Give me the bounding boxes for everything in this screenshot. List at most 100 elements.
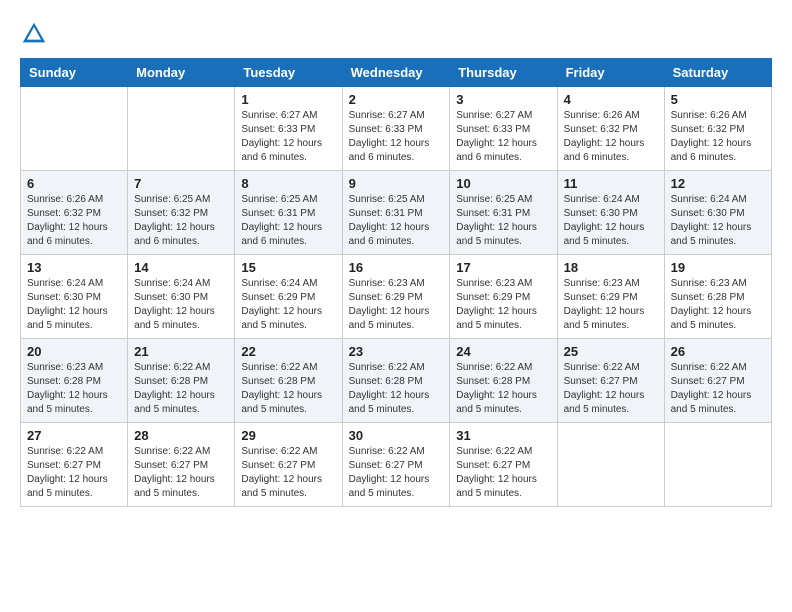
calendar-cell: 27 Sunrise: 6:22 AM Sunset: 6:27 PM Dayli… xyxy=(21,423,128,507)
calendar-cell: 18 Sunrise: 6:23 AM Sunset: 6:29 PM Dayli… xyxy=(557,255,664,339)
day-info: Sunrise: 6:22 AM Sunset: 6:28 PM Dayligh… xyxy=(349,361,444,417)
day-number: 21 xyxy=(134,344,228,359)
calendar-week-row: 1 Sunrise: 6:27 AM Sunset: 6:33 PM Daylig… xyxy=(21,87,772,171)
day-number: 25 xyxy=(564,344,658,359)
calendar-table: SundayMondayTuesdayWednesdayThursdayFrid… xyxy=(20,58,772,507)
day-number: 17 xyxy=(456,260,550,275)
day-info: Sunrise: 6:24 AM Sunset: 6:30 PM Dayligh… xyxy=(134,277,228,333)
day-info: Sunrise: 6:22 AM Sunset: 6:28 PM Dayligh… xyxy=(241,361,335,417)
day-number: 9 xyxy=(349,176,444,191)
day-number: 13 xyxy=(27,260,121,275)
calendar-cell: 13 Sunrise: 6:24 AM Sunset: 6:30 PM Dayli… xyxy=(21,255,128,339)
calendar-cell: 4 Sunrise: 6:26 AM Sunset: 6:32 PM Daylig… xyxy=(557,87,664,171)
calendar-cell: 21Sunrise: 6:22 AM Sunset: 6:28 PM Dayli… xyxy=(128,339,235,423)
calendar-cell: 25 Sunrise: 6:22 AM Sunset: 6:27 PM Dayli… xyxy=(557,339,664,423)
calendar-cell xyxy=(21,87,128,171)
day-info: Sunrise: 6:22 AM Sunset: 6:27 PM Dayligh… xyxy=(349,445,444,501)
calendar-cell: 23 Sunrise: 6:22 AM Sunset: 6:28 PM Dayli… xyxy=(342,339,450,423)
day-number: 20 xyxy=(27,344,121,359)
day-info: Sunrise: 6:22 AM Sunset: 6:27 PM Dayligh… xyxy=(456,445,550,501)
day-info: Sunrise: 6:24 AM Sunset: 6:29 PM Dayligh… xyxy=(241,277,335,333)
calendar-cell: 26 Sunrise: 6:22 AM Sunset: 6:27 PM Dayli… xyxy=(664,339,771,423)
calendar-cell: 28 Sunrise: 6:22 AM Sunset: 6:27 PM Dayli… xyxy=(128,423,235,507)
day-number: 27 xyxy=(27,428,121,443)
calendar-week-row: 27 Sunrise: 6:22 AM Sunset: 6:27 PM Dayli… xyxy=(21,423,772,507)
day-info: Sunrise: 6:23 AM Sunset: 6:28 PM Dayligh… xyxy=(27,361,121,417)
day-info: Sunrise: 6:22 AM Sunset: 6:28 PM Dayligh… xyxy=(456,361,550,417)
day-number: 18 xyxy=(564,260,658,275)
day-number: 22 xyxy=(241,344,335,359)
day-info: Sunrise: 6:22 AM Sunset: 6:27 PM Dayligh… xyxy=(564,361,658,417)
day-number: 5 xyxy=(671,92,765,107)
day-info: Sunrise: 6:25 AM Sunset: 6:31 PM Dayligh… xyxy=(241,193,335,249)
day-info: Sunrise: 6:23 AM Sunset: 6:28 PM Dayligh… xyxy=(671,277,765,333)
day-number: 11 xyxy=(564,176,658,191)
calendar-week-row: 6 Sunrise: 6:26 AM Sunset: 6:32 PM Daylig… xyxy=(21,171,772,255)
calendar-week-row: 20 Sunrise: 6:23 AM Sunset: 6:28 PM Dayli… xyxy=(21,339,772,423)
calendar-cell: 31 Sunrise: 6:22 AM Sunset: 6:27 PM Dayli… xyxy=(450,423,557,507)
calendar-cell: 29Sunrise: 6:22 AM Sunset: 6:27 PM Dayli… xyxy=(235,423,342,507)
calendar-cell: 22 Sunrise: 6:22 AM Sunset: 6:28 PM Dayli… xyxy=(235,339,342,423)
day-number: 1 xyxy=(241,92,335,107)
day-info: Sunrise: 6:25 AM Sunset: 6:31 PM Dayligh… xyxy=(456,193,550,249)
day-of-week-header: Friday xyxy=(557,59,664,87)
day-number: 28 xyxy=(134,428,228,443)
calendar-cell: 16 Sunrise: 6:23 AM Sunset: 6:29 PM Dayli… xyxy=(342,255,450,339)
day-number: 24 xyxy=(456,344,550,359)
calendar-cell: 24 Sunrise: 6:22 AM Sunset: 6:28 PM Dayli… xyxy=(450,339,557,423)
day-info: Sunrise: 6:27 AM Sunset: 6:33 PM Dayligh… xyxy=(241,109,335,165)
calendar-cell xyxy=(128,87,235,171)
day-info: Sunrise: 6:23 AM Sunset: 6:29 PM Dayligh… xyxy=(349,277,444,333)
day-number: 4 xyxy=(564,92,658,107)
day-info: Sunrise: 6:24 AM Sunset: 6:30 PM Dayligh… xyxy=(27,277,121,333)
calendar-cell: 10 Sunrise: 6:25 AM Sunset: 6:31 PM Dayli… xyxy=(450,171,557,255)
day-info: Sunrise: 6:23 AM Sunset: 6:29 PM Dayligh… xyxy=(564,277,658,333)
day-number: 2 xyxy=(349,92,444,107)
day-info: Sunrise: 6:27 AM Sunset: 6:33 PM Dayligh… xyxy=(456,109,550,165)
calendar-cell: 9 Sunrise: 6:25 AM Sunset: 6:31 PM Daylig… xyxy=(342,171,450,255)
calendar-cell: 12Sunrise: 6:24 AM Sunset: 6:30 PM Dayli… xyxy=(664,171,771,255)
day-number: 14 xyxy=(134,260,228,275)
day-info: Sunrise: 6:22 AM Sunset: 6:27 PM Dayligh… xyxy=(241,445,335,501)
day-number: 3 xyxy=(456,92,550,107)
day-number: 10 xyxy=(456,176,550,191)
day-info: Sunrise: 6:26 AM Sunset: 6:32 PM Dayligh… xyxy=(27,193,121,249)
calendar-cell: 3 Sunrise: 6:27 AM Sunset: 6:33 PM Daylig… xyxy=(450,87,557,171)
day-number: 23 xyxy=(349,344,444,359)
calendar-cell: 30Sunrise: 6:22 AM Sunset: 6:27 PM Dayli… xyxy=(342,423,450,507)
page-header xyxy=(20,20,772,48)
calendar-cell xyxy=(664,423,771,507)
day-info: Sunrise: 6:26 AM Sunset: 6:32 PM Dayligh… xyxy=(671,109,765,165)
calendar-header-row: SundayMondayTuesdayWednesdayThursdayFrid… xyxy=(21,59,772,87)
logo-icon xyxy=(20,20,48,48)
day-info: Sunrise: 6:23 AM Sunset: 6:29 PM Dayligh… xyxy=(456,277,550,333)
day-number: 26 xyxy=(671,344,765,359)
day-of-week-header: Saturday xyxy=(664,59,771,87)
day-of-week-header: Tuesday xyxy=(235,59,342,87)
day-info: Sunrise: 6:22 AM Sunset: 6:27 PM Dayligh… xyxy=(671,361,765,417)
calendar-cell: 20 Sunrise: 6:23 AM Sunset: 6:28 PM Dayli… xyxy=(21,339,128,423)
day-info: Sunrise: 6:26 AM Sunset: 6:32 PM Dayligh… xyxy=(564,109,658,165)
day-of-week-header: Monday xyxy=(128,59,235,87)
calendar-cell: 14 Sunrise: 6:24 AM Sunset: 6:30 PM Dayli… xyxy=(128,255,235,339)
calendar-cell: 11 Sunrise: 6:24 AM Sunset: 6:30 PM Dayli… xyxy=(557,171,664,255)
day-info: Sunrise: 6:22 AM Sunset: 6:27 PM Dayligh… xyxy=(134,445,228,501)
calendar-cell: 7Sunrise: 6:25 AM Sunset: 6:32 PM Daylig… xyxy=(128,171,235,255)
calendar-cell: 2 Sunrise: 6:27 AM Sunset: 6:33 PM Daylig… xyxy=(342,87,450,171)
day-info: Sunrise: 6:25 AM Sunset: 6:31 PM Dayligh… xyxy=(349,193,444,249)
day-info: Sunrise: 6:22 AM Sunset: 6:27 PM Dayligh… xyxy=(27,445,121,501)
day-number: 8 xyxy=(241,176,335,191)
day-of-week-header: Wednesday xyxy=(342,59,450,87)
day-number: 16 xyxy=(349,260,444,275)
day-number: 31 xyxy=(456,428,550,443)
day-info: Sunrise: 6:27 AM Sunset: 6:33 PM Dayligh… xyxy=(349,109,444,165)
day-number: 12 xyxy=(671,176,765,191)
logo xyxy=(20,20,52,48)
day-number: 6 xyxy=(27,176,121,191)
calendar-cell: 8 Sunrise: 6:25 AM Sunset: 6:31 PM Daylig… xyxy=(235,171,342,255)
day-info: Sunrise: 6:24 AM Sunset: 6:30 PM Dayligh… xyxy=(564,193,658,249)
day-number: 15 xyxy=(241,260,335,275)
calendar-cell: 5 Sunrise: 6:26 AM Sunset: 6:32 PM Daylig… xyxy=(664,87,771,171)
calendar-cell xyxy=(557,423,664,507)
day-number: 19 xyxy=(671,260,765,275)
